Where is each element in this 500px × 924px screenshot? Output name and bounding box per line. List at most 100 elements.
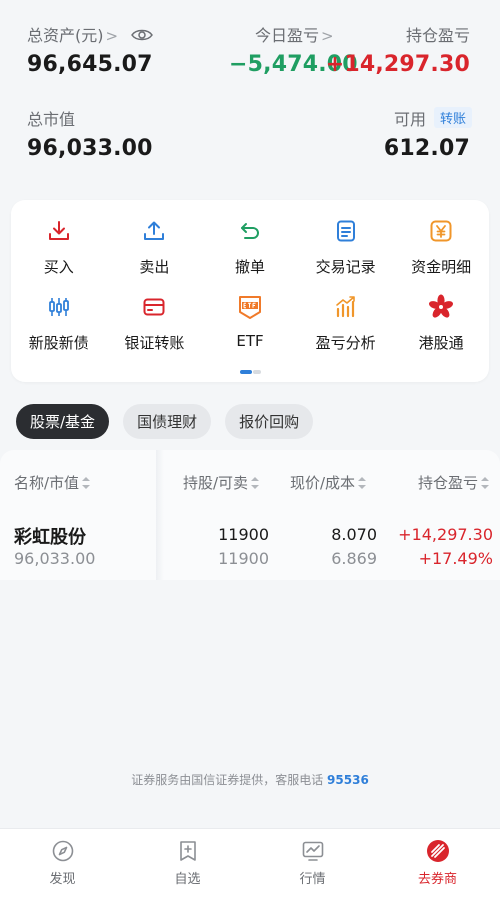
nav-watchlist-label: 自选 [174,872,201,887]
column-divider [156,450,164,580]
header-price[interactable]: 现价/成本 [290,472,367,493]
buy-button[interactable]: 买入 [11,218,107,294]
summary-values-row-1: 96,645.07 −5,474.00 +14,297.30 [0,52,500,82]
chevron-right-icon: > [321,27,334,45]
trade-records-button[interactable]: 交易记录 [298,218,394,294]
bottom-navigation: 发现 自选 行情 去券商 [0,828,500,924]
etf-icon [237,294,263,320]
available-label: 可用 [393,110,426,129]
pnl-analysis-label: 盈亏分析 [315,334,376,352]
sell-button[interactable]: 卖出 [107,218,203,294]
candlestick-icon [46,294,72,320]
nav-watchlist[interactable]: 自选 [125,829,250,924]
sell-label: 卖出 [139,258,170,276]
nav-broker-label: 去券商 [417,872,457,887]
summary-labels-row-1: 总资产(元) > 今日盈亏 > 持仓盈亏 [0,22,500,52]
ipo-bonds-label: 新股新债 [28,334,89,352]
page-dot [253,370,261,374]
quick-actions-row: 新股新债 银证转账 ETF 盈亏分析 港股通 [11,294,489,370]
page-indicator [240,370,262,374]
etf-button[interactable]: ETF [202,294,298,370]
available-header: 可用 转账 [394,106,472,130]
total-assets-header[interactable]: 总资产(元) > [27,22,154,46]
quick-actions-card: 买入 卖出 撤单 交易记录 资金明细 新股新债 银证转账 ETF 盈亏分析 港股… [11,200,489,382]
chevron-right-icon: > [105,27,119,45]
card-icon [141,294,167,320]
tab-treasury[interactable]: 国债理财 [123,404,212,439]
service-note-text: 证券服务由国信证券提供，客服电话 [131,773,324,787]
bank-transfer-label: 银证转账 [124,334,185,352]
market-value-value: 96,033.00 [27,136,153,161]
nav-market-label: 行情 [299,872,326,887]
bar-chart-icon [333,294,359,320]
cancel-order-button[interactable]: 撤单 [202,218,298,294]
position-pnl-value: +14,297.30 [325,52,470,77]
cancel-order-label: 撤单 [234,258,265,276]
hk-connect-label: 港股通 [418,334,464,352]
holdings-table: 名称/市值 持股/可卖 现价/成本 持仓盈亏 彩虹股份 96,033.00 11… [0,450,500,580]
today-pnl-label: 今日盈亏 [255,26,320,45]
summary-labels-row-2: 总市值 可用 转账 [0,106,500,136]
sort-icon [481,477,489,489]
header-pnl-label: 持仓盈亏 [417,474,478,492]
document-icon [333,218,359,244]
service-note: 证券服务由国信证券提供，客服电话 95536 [0,771,500,788]
stock-name: 彩虹股份 [14,527,86,548]
broker-icon [426,839,450,863]
upload-icon [141,218,167,244]
bookmark-plus-icon [176,839,200,863]
header-price-label: 现价/成本 [290,474,356,492]
page-dot-active [240,370,252,374]
summary-values-row-2: 96,033.00 612.07 [0,136,500,166]
stock-market-value: 96,033.00 [14,549,96,568]
download-icon [46,218,72,244]
header-name-label: 名称/市值 [14,474,80,492]
bank-transfer-button[interactable]: 银证转账 [107,294,203,370]
stock-cost: 6.869 [331,549,377,568]
header-pnl[interactable]: 持仓盈亏 [418,472,489,493]
quick-actions-row: 买入 卖出 撤单 交易记录 资金明细 [11,218,489,294]
account-summary: 总资产(元) > 今日盈亏 > 持仓盈亏 96,645.07 −5,474.00 +… [0,0,500,200]
transfer-badge[interactable]: 转账 [433,107,472,128]
stock-shares: 11900 [218,525,269,544]
undo-icon [237,218,263,244]
header-shares[interactable]: 持股/可卖 [183,472,260,493]
market-value-label: 总市值 [27,110,76,129]
holdings-tabs: 股票/基金 国债理财 报价回购 [16,404,327,440]
fund-details-label: 资金明细 [411,258,472,276]
nav-discover-label: 发现 [49,872,76,887]
position-pnl-label: 持仓盈亏 [405,26,470,45]
sort-icon [358,477,367,489]
compass-icon [51,839,75,863]
service-phone-link[interactable]: 95536 [327,773,369,787]
buy-label: 买入 [43,258,74,276]
pnl-analysis-button[interactable]: 盈亏分析 [298,294,394,370]
tab-repo[interactable]: 报价回购 [225,404,314,439]
nav-broker[interactable]: 去券商 [375,829,500,924]
hk-connect-button[interactable]: 港股通 [393,294,489,370]
stock-available: 11900 [218,549,269,568]
total-assets-label: 总资产(元) [27,26,104,45]
today-pnl-header[interactable]: 今日盈亏 > [255,22,334,46]
available-value: 612.07 [383,136,470,161]
tab-stocks-funds[interactable]: 股票/基金 [16,404,110,439]
header-shares-label: 持股/可卖 [183,474,249,492]
eye-icon[interactable] [131,27,154,46]
fund-details-button[interactable]: 资金明细 [393,218,489,294]
yuan-icon [428,218,454,244]
ipo-bonds-button[interactable]: 新股新债 [11,294,107,370]
chart-monitor-icon [301,839,325,863]
stock-pnl: +14,297.30 [398,525,493,544]
total-assets-value: 96,645.07 [27,52,153,77]
sort-icon [251,477,260,489]
stock-price: 8.070 [331,525,377,544]
header-name[interactable]: 名称/市值 [14,472,91,493]
nav-market[interactable]: 行情 [250,829,375,924]
bauhinia-icon [428,294,454,320]
nav-discover[interactable]: 发现 [0,829,125,924]
stock-pnl-pct: +17.49% [418,549,493,568]
sort-icon [82,477,91,489]
quick-actions-grid: 买入 卖出 撤单 交易记录 资金明细 新股新债 银证转账 ETF 盈亏分析 港股… [11,218,489,370]
trade-records-label: 交易记录 [315,258,376,276]
etf-label: ETF [236,332,264,350]
